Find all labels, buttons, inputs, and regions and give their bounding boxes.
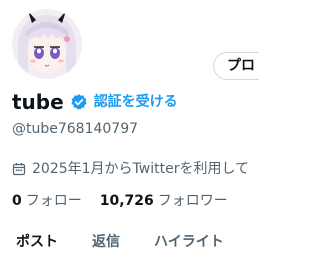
calendar-icon: [12, 162, 26, 176]
followers-count: 10,726: [99, 193, 154, 209]
tab-replies[interactable]: 返信: [84, 224, 146, 260]
display-name: tube: [12, 90, 64, 114]
followers-label: フォロワー: [157, 193, 228, 209]
following-link[interactable]: 0 フォロー: [12, 192, 82, 210]
name-row: tube 認証を受ける: [12, 90, 178, 114]
joined-text: 2025年1月からTwitterを利用して: [32, 161, 250, 177]
get-verified-link[interactable]: 認証を受ける: [94, 93, 178, 111]
user-handle: @tube768140797: [12, 121, 139, 137]
joined-date: 2025年1月からTwitterを利用して: [12, 160, 249, 178]
avatar-image: [12, 9, 82, 79]
profile-tabs: ポスト 返信 ハイライト: [0, 224, 259, 260]
profile-action-button[interactable]: プロ: [213, 52, 259, 80]
profile-page: プロ tube 認証を受ける @tube768140797 2025年1月からT…: [0, 0, 259, 260]
verified-badge-icon[interactable]: [70, 93, 88, 111]
following-label: フォロー: [25, 193, 82, 209]
followers-link[interactable]: 10,726 フォロワー: [100, 192, 228, 210]
follow-stats: 0 フォロー 10,726 フォロワー: [12, 192, 228, 210]
tab-highlights[interactable]: ハイライト: [146, 224, 232, 260]
following-count: 0: [12, 193, 22, 209]
tab-posts[interactable]: ポスト: [8, 224, 84, 260]
avatar[interactable]: [9, 6, 85, 82]
